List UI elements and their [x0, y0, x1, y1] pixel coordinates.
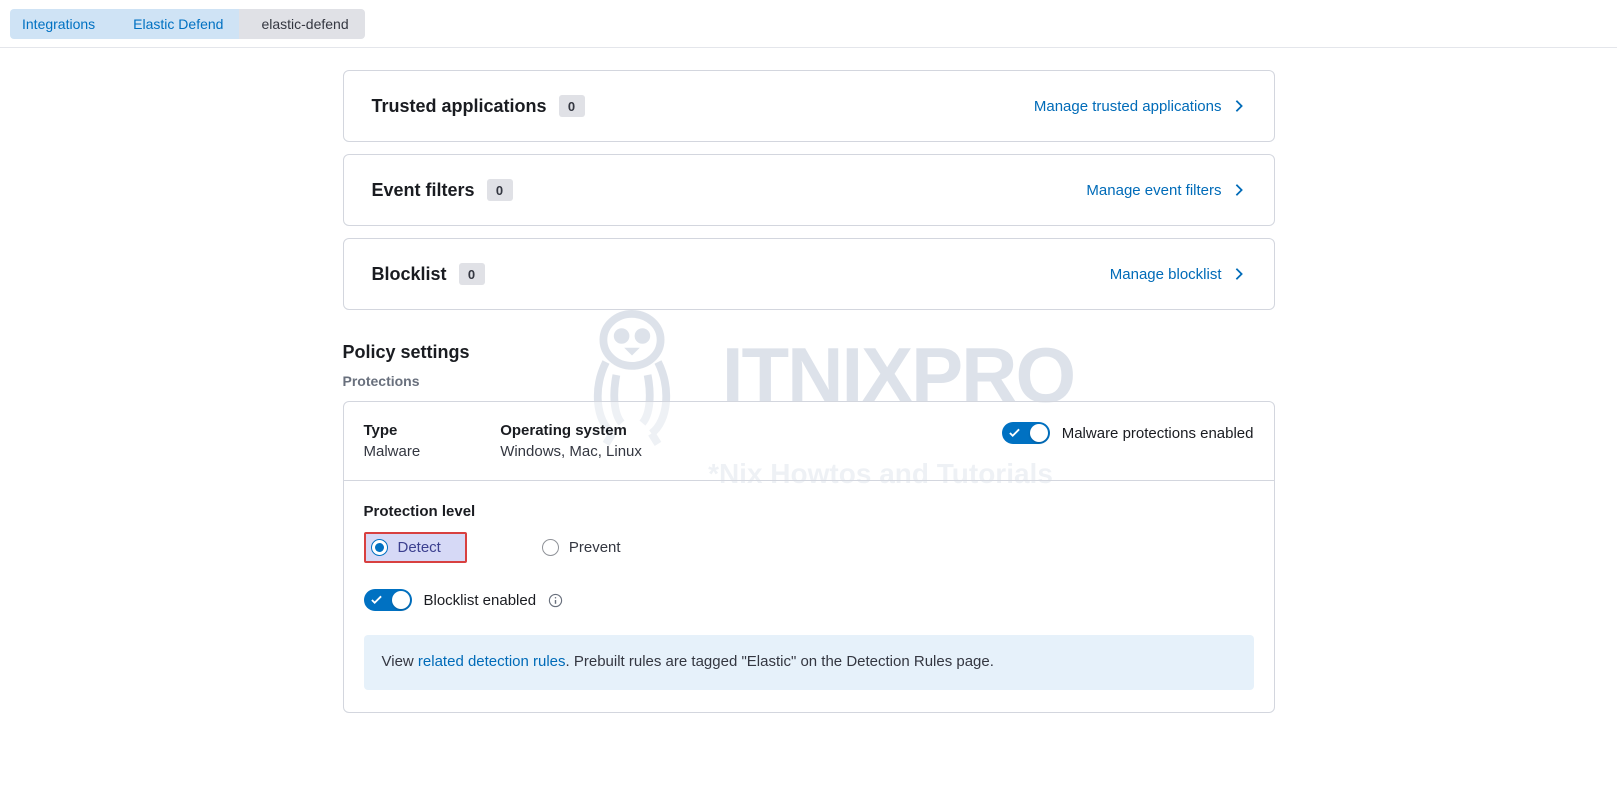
trusted-applications-card: Trusted applications 0 Manage trusted ap… — [343, 70, 1275, 142]
blocklist-toggle-label: Blocklist enabled — [424, 592, 537, 609]
link-label: Manage trusted applications — [1034, 98, 1222, 115]
detection-rules-callout: View related detection rules. Prebuilt r… — [364, 635, 1254, 690]
main-content: Artifacts Trusted applications 0 Manage … — [343, 42, 1275, 713]
type-label: Type — [364, 422, 421, 439]
policy-card: Type Malware Operating system Windows, M… — [343, 401, 1275, 713]
policy-settings-heading: Policy settings — [343, 342, 1275, 363]
policy-type-field: Type Malware — [364, 422, 421, 460]
event-filters-card: Event filters 0 Manage event filters — [343, 154, 1275, 226]
info-icon[interactable] — [548, 593, 563, 608]
artifacts-heading: Artifacts — [343, 42, 1275, 54]
os-label: Operating system — [500, 422, 642, 439]
breadcrumb: Integrations Elastic Defend elastic-defe… — [10, 9, 365, 39]
check-icon — [371, 595, 382, 605]
malware-toggle-label: Malware protections enabled — [1062, 425, 1254, 442]
chevron-right-icon — [1232, 99, 1246, 113]
radio-label: Detect — [398, 539, 441, 556]
breadcrumb-label: elastic-defend — [261, 16, 348, 32]
protection-level-options: Detect Prevent — [364, 532, 1254, 563]
policy-header: Type Malware Operating system Windows, M… — [344, 402, 1274, 481]
os-value: Windows, Mac, Linux — [500, 443, 642, 460]
card-title: Event filters — [372, 180, 475, 201]
breadcrumb-label: Integrations — [22, 16, 95, 32]
callout-prefix: View — [382, 653, 418, 670]
card-title: Trusted applications — [372, 96, 547, 117]
manage-event-filters-link[interactable]: Manage event filters — [1086, 182, 1245, 199]
count-badge: 0 — [487, 179, 513, 201]
check-icon — [1009, 428, 1020, 438]
link-label: Manage blocklist — [1110, 266, 1222, 283]
type-value: Malware — [364, 443, 421, 460]
chevron-right-icon — [1232, 267, 1246, 281]
blocklist-enabled-switch[interactable] — [364, 589, 412, 611]
count-badge: 0 — [459, 263, 485, 285]
malware-protections-switch[interactable] — [1002, 422, 1050, 444]
manage-blocklist-link[interactable]: Manage blocklist — [1110, 266, 1246, 283]
breadcrumb-integrations[interactable]: Integrations — [10, 9, 111, 39]
policy-os-field: Operating system Windows, Mac, Linux — [500, 422, 642, 460]
manage-trusted-applications-link[interactable]: Manage trusted applications — [1034, 98, 1246, 115]
malware-protections-toggle-group: Malware protections enabled — [1002, 422, 1254, 444]
callout-suffix: . Prebuilt rules are tagged "Elastic" on… — [566, 653, 994, 670]
radio-label: Prevent — [569, 539, 621, 556]
radio-indicator — [371, 539, 388, 556]
blocklist-card: Blocklist 0 Manage blocklist — [343, 238, 1275, 310]
header-bar: Integrations Elastic Defend elastic-defe… — [0, 0, 1617, 48]
radio-option-prevent[interactable]: Prevent — [537, 534, 645, 561]
radio-option-detect[interactable]: Detect — [364, 532, 467, 563]
breadcrumb-current: elastic-defend — [239, 9, 364, 39]
blocklist-enabled-row: Blocklist enabled — [364, 589, 1254, 611]
count-badge: 0 — [559, 95, 585, 117]
chevron-right-icon — [1232, 183, 1246, 197]
link-label: Manage event filters — [1086, 182, 1221, 199]
related-detection-rules-link[interactable]: related detection rules — [418, 653, 566, 670]
protections-sub-heading: Protections — [343, 373, 1275, 389]
policy-body: Protection level Detect Prevent — [344, 481, 1274, 712]
protection-level-label: Protection level — [364, 503, 1254, 520]
radio-indicator — [542, 539, 559, 556]
breadcrumb-elastic-defend[interactable]: Elastic Defend — [111, 9, 239, 39]
card-title: Blocklist — [372, 264, 447, 285]
breadcrumb-label: Elastic Defend — [133, 16, 223, 32]
